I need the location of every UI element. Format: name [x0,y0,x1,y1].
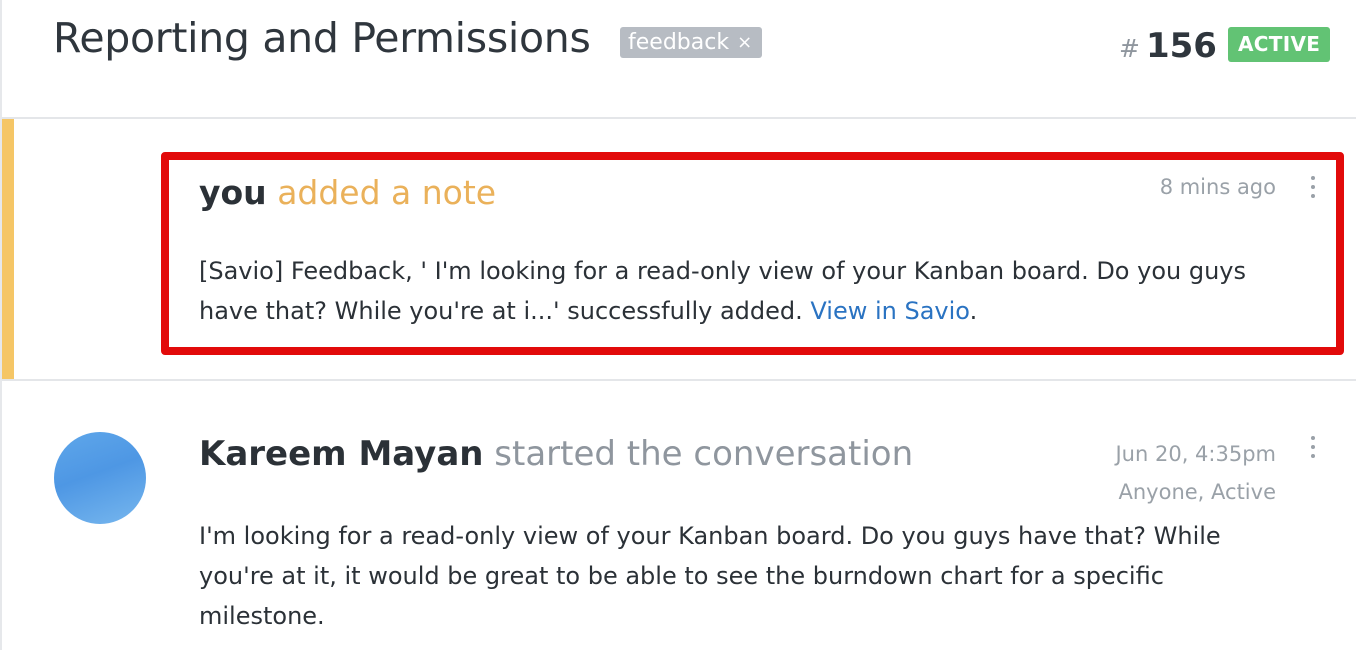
conversation-view: Reporting and Permissions feedback × # 1… [0,0,1356,650]
note-body-text: [Savio] Feedback, ' I'm looking for a re… [199,257,1246,325]
more-vertical-icon[interactable] [1309,436,1317,458]
avatar[interactable] [54,432,146,524]
conversation-header: Reporting and Permissions feedback × # 1… [2,0,1356,119]
message-action: started the conversation [494,434,914,474]
message-author[interactable]: Kareem Mayan [199,434,483,474]
tag-feedback[interactable]: feedback × [620,27,763,58]
note-header: you added a note [199,173,496,212]
page-title: Reporting and Permissions [53,14,591,62]
message-visibility: Anyone, Active [1118,480,1277,504]
note-body: [Savio] Feedback, ' I'm looking for a re… [199,251,1279,331]
conversation-number: # 156 [1119,26,1217,66]
note-body-suffix: . [969,297,978,325]
note-timestamp: 8 mins ago [1159,175,1276,199]
message-date: Jun 20, 4:35pm [1115,442,1276,466]
view-in-savio-link[interactable]: View in Savio [810,297,969,325]
close-icon[interactable]: × [737,27,752,58]
message-meta: Jun 20, 4:35pm Anyone, Active [1062,435,1276,511]
note-action: added a note [277,173,497,212]
message-body: I'm looking for a read-only view of your… [199,522,1221,630]
note-author: you [199,173,267,212]
hash-symbol: # [1119,34,1140,63]
more-vertical-icon[interactable] [1309,176,1317,198]
note-accent-bar [2,119,14,379]
status-badge[interactable]: ACTIVE [1228,27,1331,62]
conversation-number-value: 156 [1145,26,1217,66]
message-header: Kareem Mayan started the conversation [199,434,913,474]
message-item: Kareem Mayan started the conversation Ju… [2,381,1356,650]
tag-label: feedback [628,30,730,55]
note-thread: you added a note 8 mins ago [Savio] Feed… [2,119,1356,381]
